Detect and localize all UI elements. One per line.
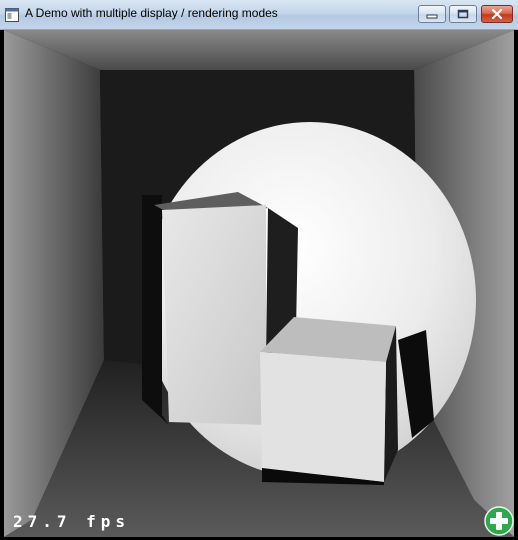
- minimize-icon: [426, 14, 438, 19]
- app-window-icon[interactable]: [5, 7, 19, 22]
- fps-counter: 27.7 fps: [13, 512, 131, 531]
- maximize-button[interactable]: [449, 5, 477, 23]
- title-bar[interactable]: A Demo with multiple display / rendering…: [0, 0, 518, 30]
- tall-box-front: [162, 205, 266, 425]
- close-button[interactable]: [481, 5, 513, 23]
- window-title: A Demo with multiple display / rendering…: [25, 6, 278, 20]
- minimize-button[interactable]: [418, 5, 446, 23]
- short-box-front: [260, 352, 386, 482]
- render-viewport[interactable]: [4, 30, 514, 537]
- maximize-icon: [457, 9, 469, 19]
- plus-circle-icon: [484, 506, 514, 536]
- close-icon: [491, 9, 503, 19]
- add-button[interactable]: [484, 506, 514, 536]
